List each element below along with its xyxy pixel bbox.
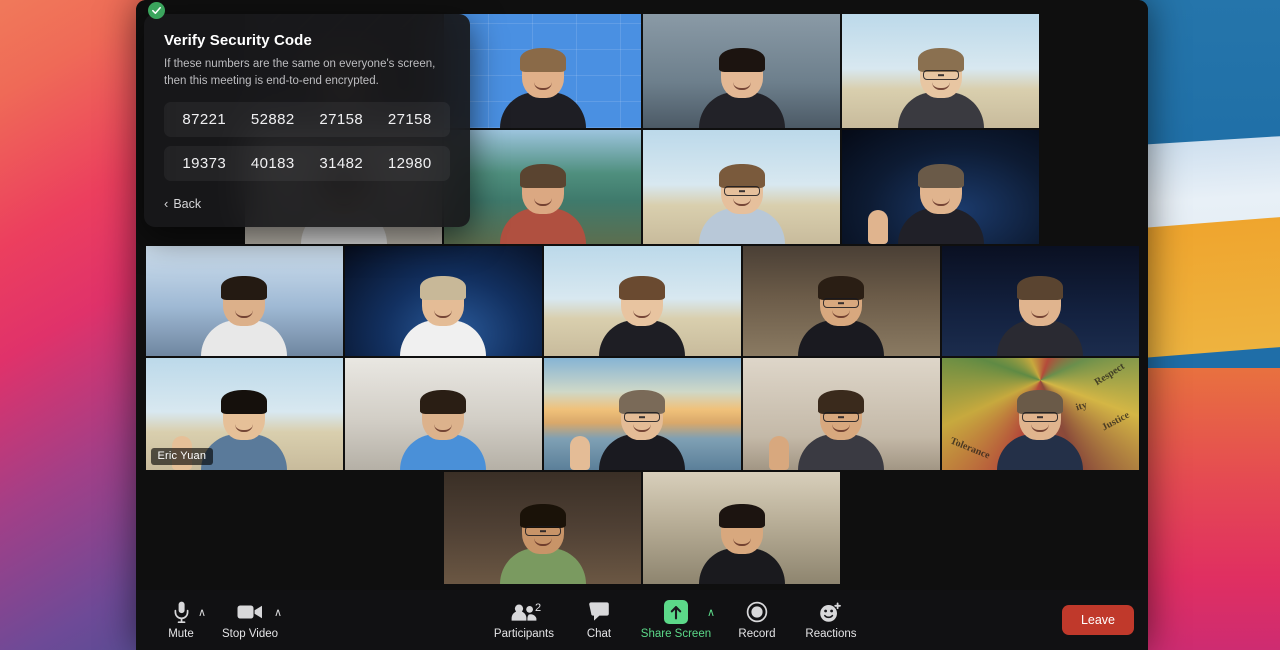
chevron-left-icon: ‹ bbox=[164, 196, 169, 212]
video-tile[interactable] bbox=[444, 472, 641, 584]
mute-label: Mute bbox=[168, 628, 194, 640]
video-tile[interactable] bbox=[543, 246, 741, 356]
share-screen-button[interactable]: ∧ Share Screen bbox=[630, 600, 722, 640]
participant-silhouette bbox=[996, 276, 1084, 356]
toolbar-center-group: 2 Participants Chat ∧ Share Screen Recor… bbox=[480, 600, 870, 640]
popup-description: If these numbers are the same on everyon… bbox=[164, 58, 436, 87]
code-chunk: 31482 bbox=[319, 155, 364, 173]
people-icon bbox=[511, 600, 537, 624]
video-options-caret-icon[interactable]: ∧ bbox=[274, 608, 282, 619]
mute-button[interactable]: ∧ Mute bbox=[150, 600, 212, 640]
video-tile[interactable]: Respect Justice Tolerance ity bbox=[941, 358, 1139, 470]
participant-silhouette bbox=[698, 504, 786, 584]
video-tile[interactable] bbox=[643, 14, 840, 128]
toolbar-left-group: ∧ Mute ∧ Stop Video bbox=[150, 600, 288, 640]
participant-silhouette bbox=[797, 276, 885, 356]
participant-silhouette bbox=[698, 48, 786, 128]
microphone-icon bbox=[174, 600, 189, 624]
gallery-row: Eric Yuan Respect Justice Tolerance ity bbox=[136, 358, 1148, 470]
back-button[interactable]: ‹ Back bbox=[164, 196, 201, 211]
code-chunk: 19373 bbox=[182, 155, 227, 173]
video-camera-icon bbox=[237, 600, 263, 624]
security-code-row-2: 19373 40183 31482 12980 bbox=[164, 146, 450, 182]
code-chunk: 27158 bbox=[387, 111, 432, 129]
chat-bubble-icon bbox=[588, 600, 610, 624]
code-chunk: 40183 bbox=[250, 155, 295, 173]
gallery-row bbox=[136, 246, 1148, 356]
video-tile[interactable] bbox=[643, 472, 840, 584]
gallery-row bbox=[136, 472, 1148, 584]
video-tile[interactable] bbox=[344, 246, 542, 356]
code-chunk: 12980 bbox=[387, 155, 432, 173]
participant-silhouette bbox=[996, 390, 1084, 470]
participant-silhouette bbox=[897, 48, 985, 128]
shield-check-icon[interactable] bbox=[148, 2, 165, 19]
zoom-meeting-window: Eric Yuan Respect Justice Tolerance ity Veri… bbox=[136, 0, 1148, 650]
participant-silhouette bbox=[200, 276, 288, 356]
reactions-label: Reactions bbox=[805, 628, 857, 640]
stop-video-label: Stop Video bbox=[221, 628, 279, 640]
code-chunk: 87221 bbox=[182, 111, 227, 129]
participant-silhouette bbox=[499, 48, 587, 128]
thumbs-up-gesture bbox=[768, 436, 789, 470]
code-chunk: 27158 bbox=[319, 111, 364, 129]
participant-silhouette bbox=[598, 390, 686, 470]
chat-button[interactable]: Chat bbox=[568, 600, 630, 640]
video-tile[interactable] bbox=[842, 130, 1039, 244]
smiley-plus-icon bbox=[819, 600, 842, 624]
record-label: Record bbox=[738, 628, 776, 640]
video-tile-active-speaker[interactable]: Eric Yuan bbox=[145, 358, 343, 470]
stop-video-button[interactable]: ∧ Stop Video bbox=[212, 600, 288, 640]
participants-button[interactable]: 2 Participants bbox=[480, 600, 568, 640]
video-tile[interactable] bbox=[444, 14, 641, 128]
chat-label: Chat bbox=[586, 628, 612, 640]
participant-silhouette bbox=[698, 164, 786, 244]
participant-silhouette bbox=[499, 164, 587, 244]
share-screen-label: Share Screen bbox=[640, 628, 712, 640]
participant-name-label: Eric Yuan bbox=[150, 448, 214, 465]
record-button[interactable]: Record bbox=[722, 600, 792, 640]
popup-title: Verify Security Code bbox=[164, 32, 312, 49]
participants-label: Participants bbox=[493, 628, 555, 640]
video-tile[interactable] bbox=[742, 358, 940, 470]
share-arrow-up-icon bbox=[663, 600, 688, 624]
thumbs-up-gesture bbox=[868, 210, 888, 244]
video-tile[interactable] bbox=[643, 130, 840, 244]
code-chunk: 52882 bbox=[250, 111, 295, 129]
participants-count: 2 bbox=[534, 602, 542, 614]
thumbs-up-gesture bbox=[569, 436, 590, 470]
participant-silhouette bbox=[399, 390, 487, 470]
participant-silhouette bbox=[797, 390, 885, 470]
reactions-button[interactable]: Reactions bbox=[792, 600, 870, 640]
video-tile[interactable] bbox=[444, 130, 641, 244]
video-tile[interactable] bbox=[941, 246, 1139, 356]
share-options-caret-icon[interactable]: ∧ bbox=[707, 608, 715, 619]
mute-options-caret-icon[interactable]: ∧ bbox=[198, 608, 206, 619]
security-code-row-1: 87221 52882 27158 27158 bbox=[164, 102, 450, 138]
participant-silhouette bbox=[200, 390, 288, 470]
meeting-toolbar: ∧ Mute ∧ Stop Video 2 Participants Chat … bbox=[136, 590, 1148, 650]
verify-security-code-popup: Verify Security Code If these numbers ar… bbox=[144, 14, 470, 228]
leave-button[interactable]: Leave bbox=[1061, 605, 1134, 635]
desktop-wallpaper: Eric Yuan Respect Justice Tolerance ity Veri… bbox=[0, 0, 1280, 650]
video-tile[interactable] bbox=[842, 14, 1039, 128]
video-tile[interactable] bbox=[742, 246, 940, 356]
participant-silhouette bbox=[499, 504, 587, 584]
video-tile[interactable] bbox=[344, 358, 542, 470]
back-label: Back bbox=[173, 196, 202, 211]
video-tile[interactable] bbox=[543, 358, 741, 470]
video-tile[interactable] bbox=[145, 246, 343, 356]
participant-silhouette bbox=[598, 276, 686, 356]
record-circle-icon bbox=[746, 600, 768, 624]
participant-silhouette bbox=[897, 164, 985, 244]
participant-silhouette bbox=[399, 276, 487, 356]
